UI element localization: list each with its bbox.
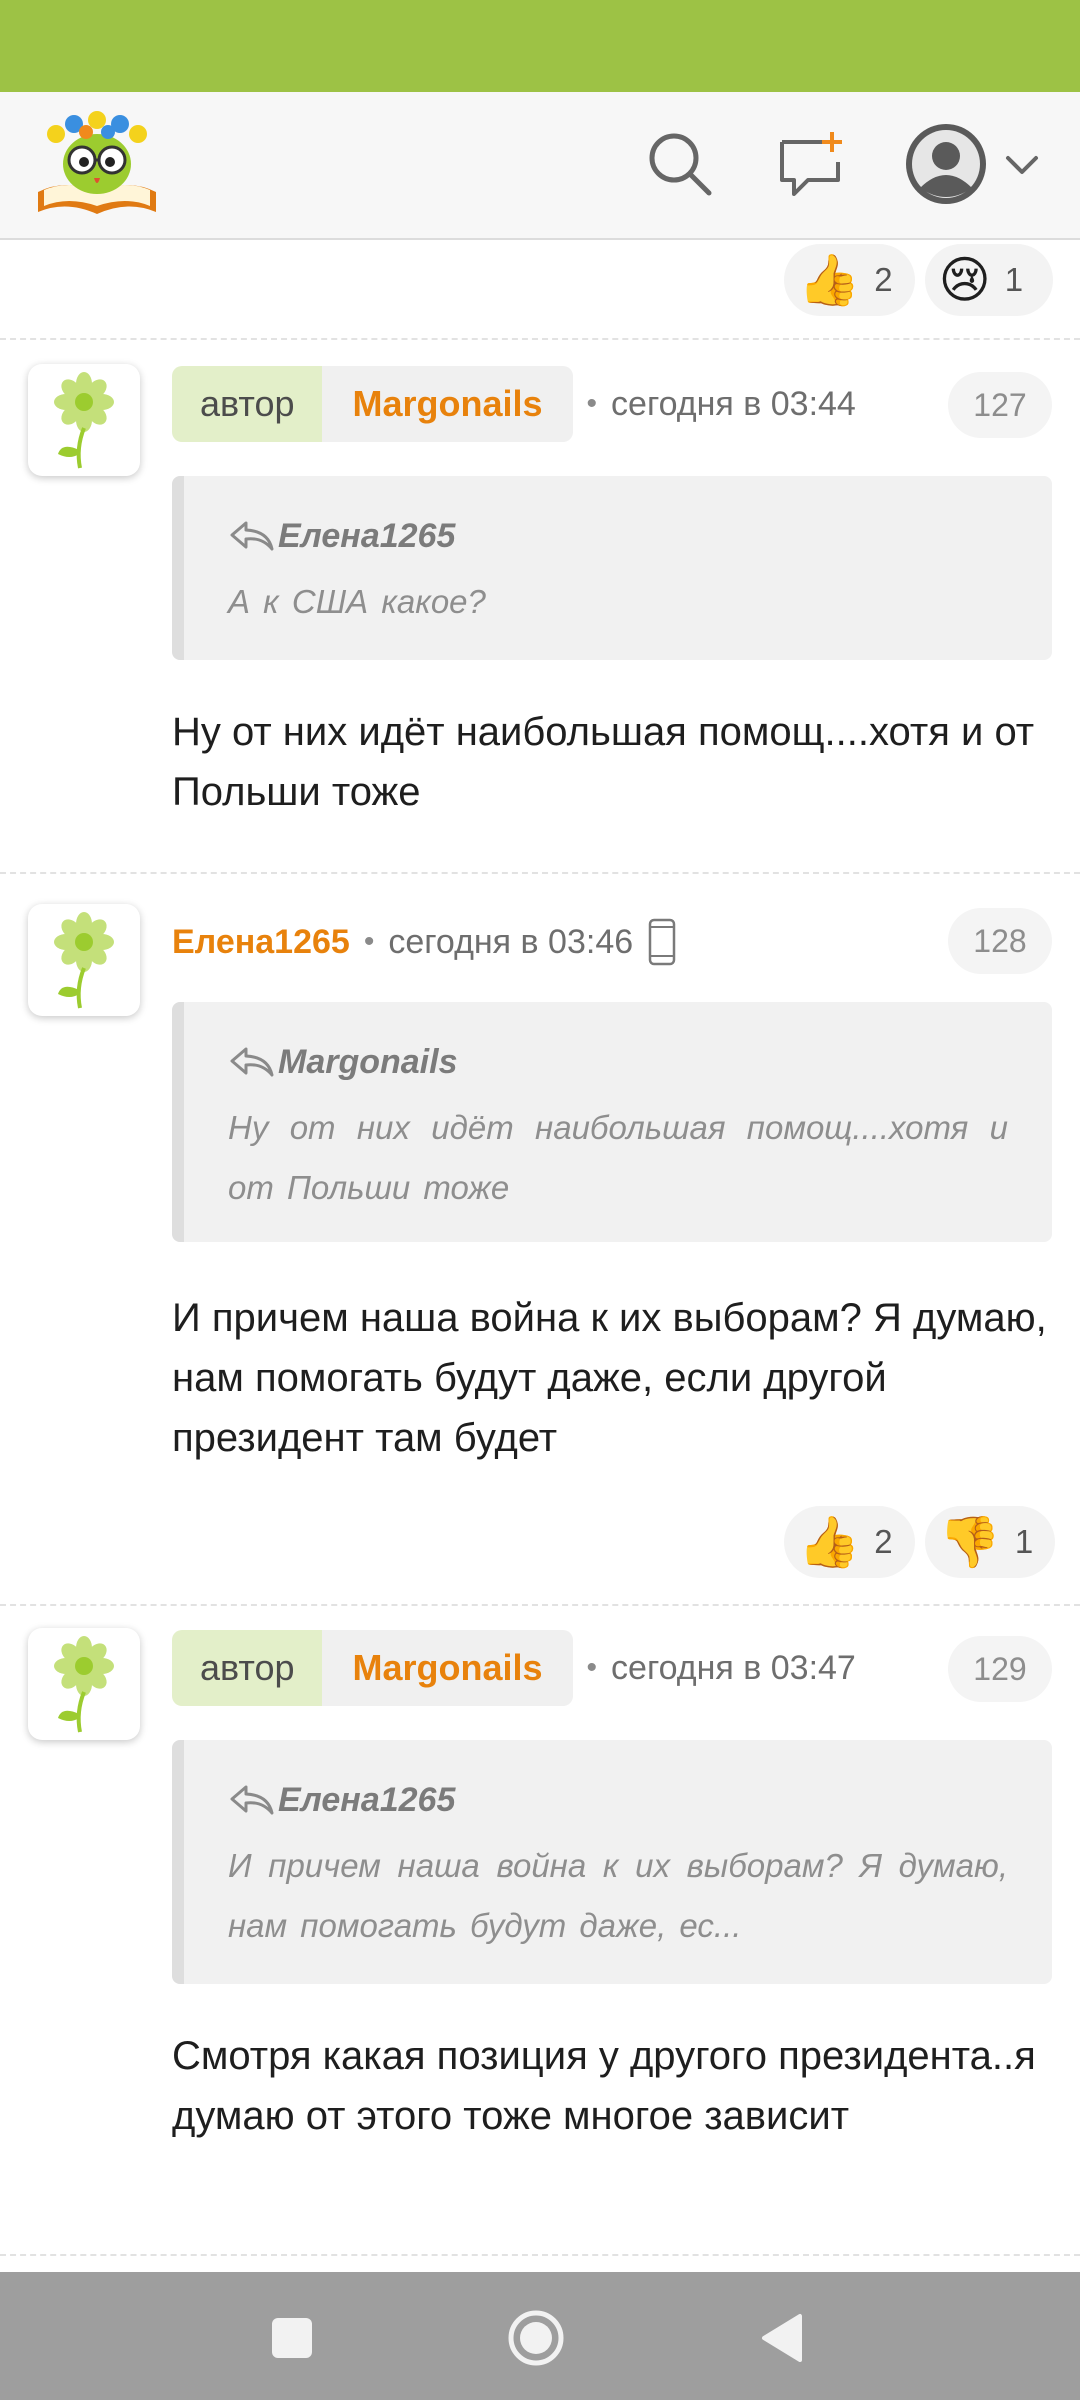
avatar[interactable] (28, 904, 140, 1016)
book-mascot-logo[interactable] (34, 108, 160, 220)
like-reaction[interactable]: 👍 2 (784, 1506, 915, 1578)
daisy-avatar-icon (54, 372, 114, 469)
comment-time: сегодня в 03:46 (388, 922, 634, 961)
quote-text: И причем наша война к их выборам? Я дума… (228, 1847, 1008, 1944)
search-icon (649, 133, 712, 196)
quote-text: Ну от них идёт наибольшая помощ....хотя … (228, 1109, 1008, 1206)
quoted-reply[interactable]: Margonails Ну от них идёт наибольшая пом… (172, 1002, 1052, 1242)
crying-face-icon: 😢 (938, 251, 991, 309)
triangle-back-icon (762, 2314, 802, 2362)
author-name[interactable]: Margonails (322, 366, 573, 442)
author-badge[interactable]: автор Margonails (172, 366, 573, 442)
daisy-avatar-icon (54, 1636, 114, 1733)
quote-author: Елена1265 (278, 516, 456, 555)
search-button[interactable] (638, 122, 722, 206)
mobile-device-icon (647, 918, 677, 966)
author-name[interactable]: Margonails (322, 1630, 573, 1706)
chevron-down-icon (1006, 156, 1038, 174)
comment-number[interactable]: 128 (948, 908, 1052, 974)
comment-divider (0, 872, 1080, 874)
circle-icon (508, 2310, 564, 2366)
system-navigation-bar (0, 2272, 1080, 2400)
comment-divider (0, 1604, 1080, 1606)
comment-number[interactable]: 127 (948, 372, 1052, 438)
quote-author: Елена1265 (278, 1780, 456, 1819)
thumbs-up-icon: 👍 (798, 251, 861, 309)
reactions-bar: 👍 2 😢 1 (784, 244, 1053, 316)
user-menu-button[interactable] (898, 122, 1048, 206)
comment-meta: автор Margonails • сегодня в 03:44 (172, 366, 856, 442)
comment-divider (0, 338, 1080, 340)
separator-dot: • (586, 1651, 598, 1684)
home-button[interactable] (506, 2308, 566, 2368)
quote-text: А к США какое? (228, 583, 486, 620)
reaction-count: 2 (874, 1523, 893, 1560)
comment-meta: Елена1265 • сегодня в 03:46 (172, 904, 677, 980)
reply-arrow-icon (230, 1047, 274, 1077)
square-icon (272, 2318, 312, 2358)
new-message-icon (780, 132, 842, 196)
recent-apps-button[interactable] (262, 2308, 322, 2368)
separator-dot: • (363, 925, 375, 958)
new-message-button[interactable] (770, 122, 854, 206)
thumbs-up-icon: 👍 (798, 1513, 861, 1571)
avatar[interactable] (28, 364, 140, 476)
author-badge[interactable]: автор Margonails (172, 1630, 573, 1706)
separator-dot: • (586, 387, 598, 420)
user-avatar-icon (906, 124, 986, 204)
comment-number[interactable]: 129 (948, 1636, 1052, 1702)
comment-body: Смотря какая позиция у другого президент… (172, 2034, 1036, 2138)
reaction-count: 1 (1004, 261, 1024, 298)
author-name[interactable]: Елена1265 (172, 923, 350, 962)
comment-time: сегодня в 03:44 (611, 384, 856, 423)
comment-body: Ну от них идёт наибольшая помощ....хотя … (172, 710, 1035, 814)
sad-reaction[interactable]: 😢 1 (924, 244, 1053, 316)
reactions-bar: 👍 2 👎 1 (784, 1506, 1056, 1578)
dislike-reaction[interactable]: 👎 1 (924, 1506, 1056, 1578)
avatar[interactable] (28, 1628, 140, 1740)
author-tag: автор (172, 1630, 323, 1706)
reply-arrow-icon (230, 521, 274, 551)
status-bar (0, 0, 1080, 92)
app-header (0, 92, 1080, 240)
reaction-count: 2 (874, 261, 893, 298)
comment-divider (0, 2254, 1080, 2256)
daisy-avatar-icon (54, 912, 114, 1009)
quote-author: Margonails (278, 1042, 458, 1081)
reaction-count: 1 (1014, 1523, 1034, 1560)
comment-body: И причем наша война к их выборам? Я дума… (172, 1296, 1047, 1460)
back-button[interactable] (752, 2308, 812, 2368)
thumbs-down-icon: 👎 (938, 1513, 1001, 1571)
comment-time: сегодня в 03:47 (611, 1648, 856, 1687)
quoted-reply[interactable]: Елена1265 И причем наша война к их выбор… (172, 1740, 1052, 1984)
reply-arrow-icon (230, 1785, 274, 1815)
quoted-reply[interactable]: Елена1265 А к США какое? (172, 476, 1052, 660)
like-reaction[interactable]: 👍 2 (784, 244, 915, 316)
comment-meta: автор Margonails • сегодня в 03:47 (172, 1630, 856, 1706)
author-tag: автор (172, 366, 323, 442)
